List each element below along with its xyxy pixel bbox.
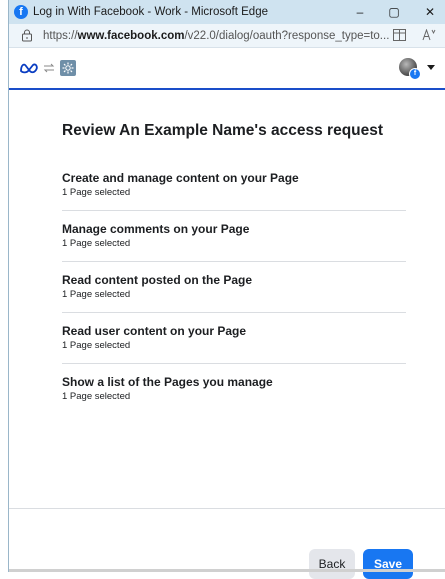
permission-subtitle: 1 Page selected bbox=[62, 340, 131, 351]
permission-title: Create and manage content on your Page bbox=[62, 171, 299, 185]
browser-window: f Log in With Facebook - Work - Microsof… bbox=[8, 0, 445, 579]
maximize-button[interactable]: ▢ bbox=[379, 0, 409, 24]
settings-gear-icon bbox=[60, 60, 76, 76]
minimize-button[interactable]: – bbox=[345, 0, 375, 24]
permission-item[interactable]: Create and manage content on your Page 1… bbox=[62, 160, 406, 211]
permission-title: Read user content on your Page bbox=[62, 324, 247, 338]
permission-item[interactable]: Read content posted on the Page 1 Page s… bbox=[62, 262, 406, 313]
permission-subtitle: 1 Page selected bbox=[62, 391, 131, 402]
account-avatar[interactable]: f bbox=[399, 58, 421, 80]
url-path: /v22.0/dialog/oauth?response_type=to... bbox=[184, 29, 390, 42]
facebook-logo-icon: f bbox=[14, 5, 28, 19]
permission-subtitle: 1 Page selected bbox=[62, 289, 131, 300]
dialog-footer: Back Save bbox=[9, 508, 445, 579]
permission-item[interactable]: Manage comments on your Page 1 Page sele… bbox=[62, 211, 406, 262]
permission-title: Manage comments on your Page bbox=[62, 222, 250, 236]
facebook-badge-icon: f bbox=[409, 68, 421, 80]
dropdown-caret-icon[interactable] bbox=[427, 65, 435, 70]
permission-item[interactable]: Read user content on your Page 1 Page se… bbox=[62, 313, 406, 364]
page-info-icon[interactable] bbox=[19, 28, 35, 44]
permission-item[interactable]: Show a list of the Pages you manage 1 Pa… bbox=[62, 364, 406, 414]
address-bar[interactable]: https://www.facebook.com/v22.0/dialog/oa… bbox=[9, 24, 445, 48]
back-button[interactable]: Back bbox=[309, 549, 355, 579]
close-button[interactable]: ✕ bbox=[415, 0, 445, 24]
page-title: Review An Example Name's access request bbox=[62, 122, 384, 139]
save-button[interactable]: Save bbox=[363, 549, 413, 579]
permission-list: Create and manage content on your Page 1… bbox=[62, 160, 445, 414]
title-bar: f Log in With Facebook - Work - Microsof… bbox=[9, 0, 445, 24]
dialog-header: f bbox=[9, 48, 445, 90]
permission-title: Show a list of the Pages you manage bbox=[62, 375, 273, 389]
permission-subtitle: 1 Page selected bbox=[62, 238, 131, 249]
read-aloud-icon[interactable] bbox=[421, 27, 437, 43]
permission-subtitle: 1 Page selected bbox=[62, 187, 131, 198]
meta-logo-icon bbox=[19, 62, 39, 74]
url-prefix: https:// bbox=[43, 29, 78, 42]
window-title: Log in With Facebook - Work - Microsoft … bbox=[33, 6, 268, 18]
split-screen-icon[interactable] bbox=[391, 27, 407, 43]
dialog-content: Review An Example Name's access request … bbox=[9, 122, 445, 414]
url-domain: www.facebook.com bbox=[77, 29, 185, 42]
url-text[interactable]: https://www.facebook.com/v22.0/dialog/oa… bbox=[43, 30, 389, 42]
sync-arrows-icon bbox=[43, 62, 55, 74]
permission-title: Read content posted on the Page bbox=[62, 273, 253, 287]
